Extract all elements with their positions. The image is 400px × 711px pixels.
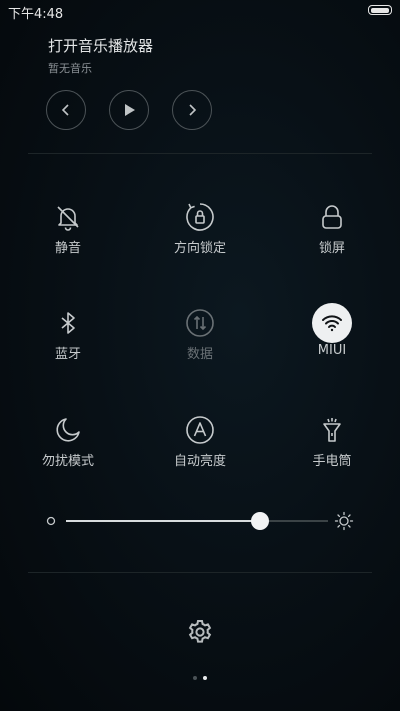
status-bar: 下午4:48 xyxy=(0,0,400,22)
toggle-do-not-disturb[interactable]: 勿扰模式 xyxy=(13,410,123,490)
toggle-rotation-lock[interactable]: 方向锁定 xyxy=(145,197,255,277)
toggle-bluetooth[interactable]: 蓝牙 xyxy=(13,303,123,383)
page-dot xyxy=(203,676,207,680)
bluetooth-icon xyxy=(48,303,88,343)
previous-button[interactable] xyxy=(46,90,86,130)
auto-brightness-icon xyxy=(180,410,220,450)
toggle-label: 勿扰模式 xyxy=(41,454,94,469)
toggle-label: 数据 xyxy=(186,347,213,362)
toggle-label: 蓝牙 xyxy=(54,347,81,362)
music-title[interactable]: 打开音乐播放器 xyxy=(48,35,153,56)
toggle-auto-brightness[interactable]: 自动亮度 xyxy=(145,410,255,490)
brightness-track[interactable] xyxy=(66,512,328,530)
flashlight-icon xyxy=(312,410,352,450)
brightness-low-icon xyxy=(46,516,56,526)
brightness-high-icon xyxy=(334,511,354,531)
music-controls xyxy=(46,90,246,134)
music-subtitle: 暂无音乐 xyxy=(48,62,92,75)
divider xyxy=(28,572,372,573)
page-indicator xyxy=(190,676,210,682)
play-button[interactable] xyxy=(109,90,149,130)
divider xyxy=(28,153,372,154)
toggle-label: MIUI xyxy=(317,343,347,358)
rotation-lock-icon xyxy=(180,197,220,237)
bell-off-icon xyxy=(48,197,88,237)
lock-icon xyxy=(312,197,352,237)
toggle-wifi[interactable]: MIUI xyxy=(277,303,387,383)
status-time: 下午4:48 xyxy=(8,7,64,22)
brightness-thumb[interactable] xyxy=(251,512,269,530)
previous-icon xyxy=(61,104,69,116)
toggle-mute[interactable]: 静音 xyxy=(13,197,123,277)
toggle-label: 自动亮度 xyxy=(173,454,226,469)
toggle-label: 锁屏 xyxy=(318,241,345,256)
toggle-label: 静音 xyxy=(54,241,81,256)
toggle-mobile-data[interactable]: 数据 xyxy=(145,303,255,383)
music-widget[interactable]: 打开音乐播放器 暂无音乐 xyxy=(48,35,153,76)
next-icon xyxy=(189,104,197,116)
next-button[interactable] xyxy=(172,90,212,130)
brightness-fill xyxy=(66,520,260,522)
wifi-icon xyxy=(312,303,352,343)
play-icon xyxy=(125,104,135,116)
mobile-data-icon xyxy=(180,303,220,343)
toggle-lock-screen[interactable]: 锁屏 xyxy=(277,197,387,277)
brightness-slider[interactable] xyxy=(46,508,356,534)
moon-icon xyxy=(48,410,88,450)
toggle-flashlight[interactable]: 手电筒 xyxy=(277,410,387,490)
battery-icon xyxy=(368,5,392,15)
toggle-label: 手电筒 xyxy=(312,454,352,469)
gear-icon[interactable] xyxy=(186,618,214,646)
page-dot xyxy=(193,676,197,680)
toggle-label: 方向锁定 xyxy=(173,241,226,256)
